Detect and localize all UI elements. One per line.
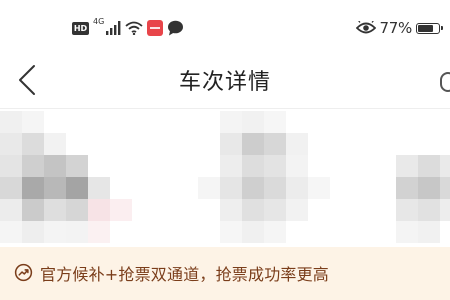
page-title: 车次详情: [178, 70, 271, 95]
redaction-block: [264, 155, 286, 177]
redaction-block: [22, 111, 44, 133]
redaction-block: [220, 199, 242, 221]
redaction-block: [44, 177, 66, 199]
redaction-block: [0, 177, 22, 199]
signal-icon: [106, 21, 121, 35]
redaction-block: [44, 133, 66, 155]
redaction-block: [396, 199, 418, 221]
redaction-block: [44, 221, 66, 243]
redaction-block: [22, 155, 44, 177]
redaction-block: [0, 111, 22, 133]
redaction-block: [0, 199, 22, 221]
redaction-block: [440, 177, 450, 199]
redaction-block: [88, 199, 110, 221]
redaction-block: [286, 177, 308, 199]
redaction-block: [198, 177, 220, 199]
status-bar: HD 4G 77%: [0, 0, 450, 52]
redaction-block: [418, 221, 440, 243]
promo-banner[interactable]: 官方候补+抢票双通道，抢票成功率更高: [0, 247, 450, 300]
redaction-block: [396, 221, 418, 243]
wifi-icon: [125, 21, 143, 35]
redaction-block: [88, 221, 110, 243]
battery-percent: 77%: [379, 19, 413, 37]
redaction-block: [22, 177, 44, 199]
redaction-block: [66, 155, 88, 177]
redaction-block: [44, 155, 66, 177]
redaction-block: [440, 155, 450, 177]
hd-icon: HD: [72, 21, 89, 35]
redaction-block: [242, 155, 264, 177]
redaction-block: [0, 155, 22, 177]
redaction-block: [22, 199, 44, 221]
redaction-block: [242, 177, 264, 199]
redaction-block: [242, 133, 264, 155]
nav-bar: 车次详情: [0, 52, 450, 109]
redaction-block: [0, 221, 22, 243]
partial-icon[interactable]: [440, 72, 450, 92]
redaction-block: [44, 199, 66, 221]
redaction-block: [286, 133, 308, 155]
message-icon: [168, 20, 184, 36]
redaction-block: [286, 155, 308, 177]
status-bar-left: HD 4G: [72, 17, 184, 38]
promo-text: 官方候补+抢票双通道，抢票成功率更高: [40, 265, 330, 284]
redaction-block: [264, 133, 286, 155]
redaction-block: [220, 177, 242, 199]
redaction-block: [418, 177, 440, 199]
redaction-block: [286, 199, 308, 221]
redaction-block: [440, 199, 450, 221]
redaction-block: [220, 133, 242, 155]
redaction-block: [396, 177, 418, 199]
app-notification-icon: [147, 20, 164, 36]
redaction-block: [242, 221, 264, 243]
battery-icon: [416, 22, 443, 34]
status-bar-right: 77%: [355, 17, 443, 39]
redaction-block: [264, 111, 286, 133]
train-info-redacted: [0, 109, 450, 247]
redaction-block: [220, 221, 242, 243]
redaction-block: [242, 111, 264, 133]
trend-up-icon: [14, 263, 33, 282]
redaction-block: [396, 155, 418, 177]
redaction-block: [220, 111, 242, 133]
redaction-block: [220, 155, 242, 177]
redaction-block: [22, 221, 44, 243]
redaction-block: [66, 177, 88, 199]
redaction-block: [66, 199, 88, 221]
network-type-label: 4G: [93, 17, 105, 26]
redaction-block: [22, 133, 44, 155]
redaction-block: [264, 221, 286, 243]
redaction-block: [264, 199, 286, 221]
battery-level-fill: [418, 24, 434, 32]
redaction-block: [264, 177, 286, 199]
redaction-block: [0, 133, 22, 155]
redaction-block: [242, 199, 264, 221]
redaction-block: [308, 177, 330, 199]
redaction-block: [418, 155, 440, 177]
redaction-block: [66, 221, 88, 243]
eye-comfort-icon: [355, 21, 376, 34]
redaction-block: [88, 177, 110, 199]
redaction-block: [110, 199, 132, 221]
redaction-block: [418, 199, 440, 221]
train-detail-screen: HD 4G 77% 车次详情 官方候补+抢票双通道，抢票成功率更高: [0, 0, 450, 300]
